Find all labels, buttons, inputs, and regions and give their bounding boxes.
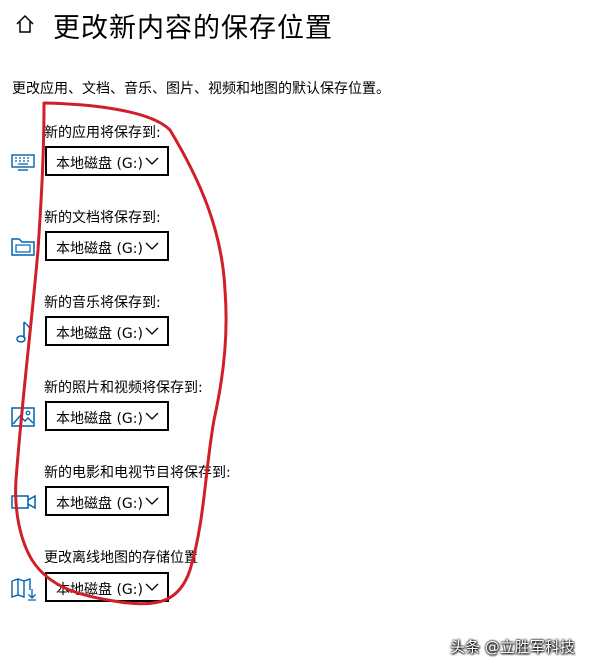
setting-documents: 新的文档将保存到: 本地磁盘 (G:)	[0, 207, 600, 287]
setting-label: 新的照片和视频将保存到:	[44, 380, 203, 396]
setting-apps: 新的应用将保存到: 本地磁盘 (G:)	[0, 122, 600, 202]
video-camera-icon	[11, 494, 36, 510]
offline-maps-location-dropdown[interactable]: 本地磁盘 (G:)	[45, 572, 169, 602]
setting-label: 新的应用将保存到:	[44, 125, 161, 141]
setting-label: 更改离线地图的存储位置	[44, 550, 198, 566]
chevron-down-icon	[145, 157, 159, 165]
setting-photos-videos: 新的照片和视频将保存到: 本地磁盘 (G:)	[0, 377, 600, 457]
chevron-down-icon	[145, 497, 159, 505]
dropdown-value: 本地磁盘 (G:)	[56, 411, 143, 427]
music-location-dropdown[interactable]: 本地磁盘 (G:)	[45, 316, 169, 346]
setting-label: 新的文档将保存到:	[44, 210, 161, 226]
apps-location-dropdown[interactable]: 本地磁盘 (G:)	[45, 146, 169, 176]
home-icon[interactable]	[14, 13, 36, 35]
dropdown-value: 本地磁盘 (G:)	[56, 496, 143, 512]
setting-movies-tv: 新的电影和电视节目将保存到: 本地磁盘 (G:)	[0, 462, 600, 542]
setting-label: 新的电影和电视节目将保存到:	[44, 465, 231, 481]
setting-offline-maps: 更改离线地图的存储位置 本地磁盘 (G:)	[0, 547, 600, 627]
dropdown-value: 本地磁盘 (G:)	[56, 156, 143, 172]
page-title: 更改新内容的保存位置	[53, 13, 333, 44]
movies-tv-location-dropdown[interactable]: 本地磁盘 (G:)	[45, 486, 169, 516]
map-download-icon	[11, 578, 36, 601]
dropdown-value: 本地磁盘 (G:)	[56, 582, 143, 598]
chevron-down-icon	[145, 583, 159, 591]
chevron-down-icon	[145, 327, 159, 335]
chevron-down-icon	[145, 412, 159, 420]
chevron-down-icon	[145, 242, 159, 250]
setting-label: 新的音乐将保存到:	[44, 295, 161, 311]
dropdown-value: 本地磁盘 (G:)	[56, 241, 143, 257]
documents-location-dropdown[interactable]: 本地磁盘 (G:)	[45, 231, 169, 261]
picture-icon	[11, 407, 35, 427]
setting-music: 新的音乐将保存到: 本地磁盘 (G:)	[0, 292, 600, 372]
watermark: 头条 @立胜军科技	[450, 638, 575, 656]
keyboard-icon	[11, 154, 35, 171]
music-note-icon	[16, 321, 31, 343]
documents-icon	[11, 238, 35, 256]
dropdown-value: 本地磁盘 (G:)	[56, 326, 143, 342]
photos-videos-location-dropdown[interactable]: 本地磁盘 (G:)	[45, 401, 169, 431]
page-description: 更改应用、文档、音乐、图片、视频和地图的默认保存位置。	[12, 81, 390, 97]
